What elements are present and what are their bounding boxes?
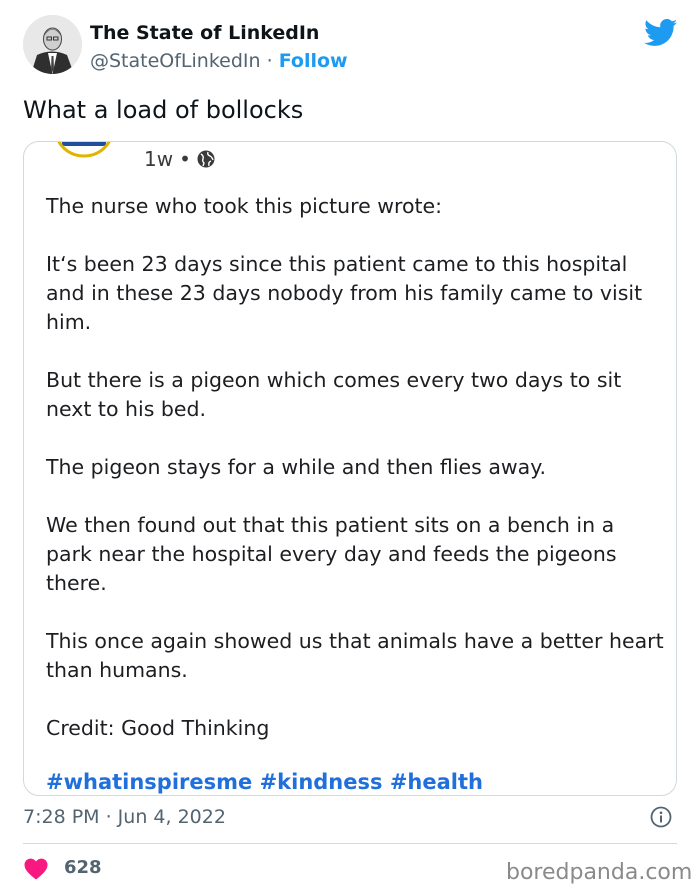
page-logo-icon <box>57 142 111 158</box>
post-paragraph: But there is a pigeon which comes every … <box>46 368 622 421</box>
embedded-post-image[interactable]: 1w • The nurse who took this picture wro… <box>23 141 677 796</box>
post-meta: 1w • <box>144 147 215 171</box>
post-paragraph: The nurse who took this picture wrote: <box>46 194 443 218</box>
post-paragraph: This once again showed us that animals h… <box>46 629 664 682</box>
author-handle[interactable]: @StateOfLinkedIn <box>90 50 261 72</box>
like-count: 628 <box>64 857 102 878</box>
meta-dot: • <box>179 147 191 171</box>
post-hashtags[interactable]: #whatinspiresme #kindness #health <box>46 770 483 794</box>
tweet-card: The State of LinkedIn @StateOfLinkedIn ·… <box>0 0 700 896</box>
divider <box>23 843 677 844</box>
globe-icon <box>197 150 215 168</box>
twitter-bird-icon[interactable] <box>644 19 678 47</box>
post-paragraph: It‘s been 23 days since this patient cam… <box>46 252 643 334</box>
post-age: 1w <box>144 147 174 171</box>
author-name[interactable]: The State of LinkedIn <box>90 22 319 44</box>
post-paragraph: The pigeon stays for a while and then fl… <box>46 455 546 479</box>
watermark: boredpanda.com <box>506 860 693 885</box>
author-meta: @StateOfLinkedIn · Follow <box>90 50 348 72</box>
info-icon[interactable] <box>650 806 672 828</box>
tweet-timestamp[interactable]: 7:28 PM · Jun 4, 2022 <box>23 806 226 828</box>
post-body: The nurse who took this picture wrote: I… <box>46 192 666 772</box>
post-paragraph: We then found out that this patient sits… <box>46 513 617 595</box>
meta-separator: · <box>266 50 273 72</box>
post-credit: Credit: Good Thinking <box>46 716 270 740</box>
follow-button[interactable]: Follow <box>279 50 348 72</box>
tweet-text: What a load of bollocks <box>23 96 304 124</box>
heart-icon[interactable] <box>24 858 48 880</box>
avatar[interactable] <box>23 15 82 74</box>
